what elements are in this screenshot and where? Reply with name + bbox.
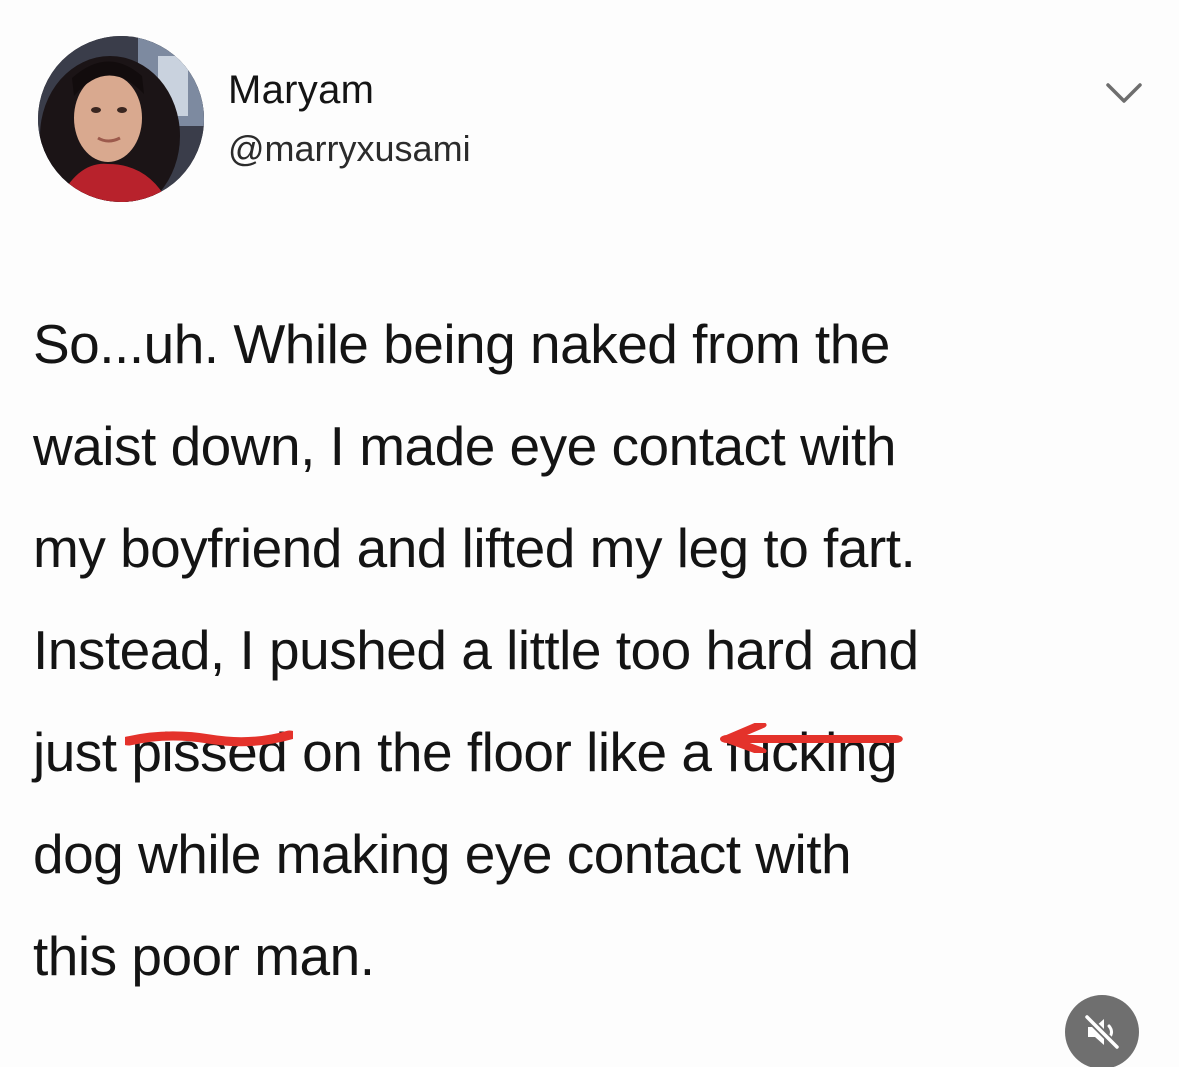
tweet-text-line: So...uh. While being naked from the — [33, 313, 890, 375]
tweet-text-line: this poor man. — [33, 925, 375, 987]
tweet-text: So...uh. While being naked from the wais… — [33, 293, 1153, 1007]
redacted-word-text: fucking — [726, 721, 898, 783]
profile-photo — [38, 36, 204, 202]
avatar[interactable] — [38, 36, 204, 202]
speaker-muted-icon — [1084, 1014, 1120, 1050]
tweet-text-line: just pissed on the floor like a fucking — [33, 701, 1153, 803]
text-segment: on the floor like a — [287, 721, 727, 783]
redacted-word-text: pissed — [131, 721, 288, 783]
mute-button[interactable] — [1065, 995, 1139, 1067]
chevron-down-icon[interactable] — [1104, 80, 1144, 106]
tweet-card: Maryam @marryxusami So...uh. While being… — [0, 0, 1179, 1067]
tweet-text-line: dog while making eye contact with — [33, 823, 852, 885]
user-handle[interactable]: @marryxusami — [228, 128, 471, 170]
tweet-text-line: waist down, I made eye contact with — [33, 415, 896, 477]
tweet-text-line: Instead, I pushed a little too hard and — [33, 619, 919, 681]
redacted-word: pissed — [125, 701, 294, 803]
tweet-text-line: my boyfriend and lifted my leg to fart. — [33, 517, 916, 579]
redacted-word: fucking — [720, 701, 904, 803]
display-name[interactable]: Maryam — [228, 68, 374, 113]
text-segment: just — [33, 721, 132, 783]
